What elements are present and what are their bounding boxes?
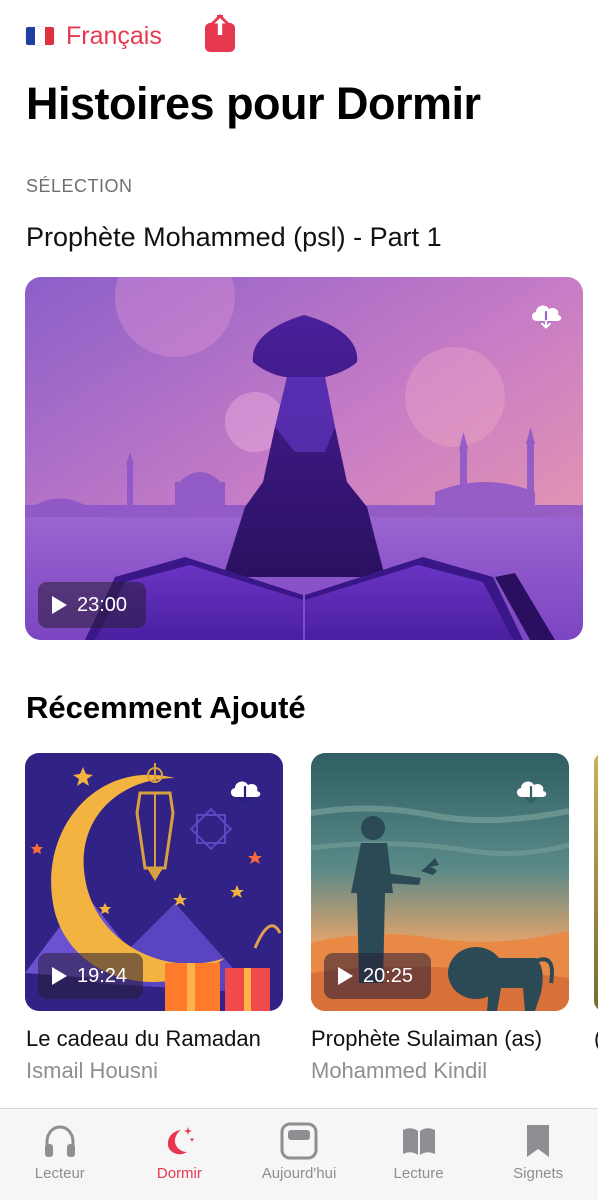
language-label: Français bbox=[66, 21, 162, 50]
share-button[interactable] bbox=[204, 13, 236, 53]
tab-lecteur[interactable]: Lecteur bbox=[0, 1109, 120, 1200]
cloud-download-icon[interactable] bbox=[528, 299, 564, 329]
tab-label: Dormir bbox=[156, 1165, 202, 1182]
moon-stars-icon bbox=[168, 1127, 195, 1155]
featured-story-card[interactable]: 23:00 bbox=[25, 277, 583, 640]
story-card-sulaiman[interactable]: 20:25 bbox=[311, 753, 569, 1011]
bookmark-icon bbox=[527, 1125, 550, 1157]
headphones-icon bbox=[44, 1125, 75, 1157]
story-card-ramadan[interactable]: 19:24 bbox=[25, 753, 283, 1011]
story-card-peek[interactable] bbox=[594, 753, 598, 1011]
play-icon bbox=[52, 596, 67, 614]
play-icon bbox=[338, 967, 353, 985]
tab-label: Signets bbox=[513, 1165, 564, 1182]
cloud-download-icon[interactable] bbox=[513, 775, 549, 805]
featured-play-button[interactable]: 23:00 bbox=[38, 582, 146, 628]
story-title-peek: ( bbox=[594, 1026, 598, 1052]
tab-bar: Lecteur Dormir Aujourd'hui Lecture Signe… bbox=[0, 1108, 598, 1200]
tab-aujourdhui[interactable]: Aujourd'hui bbox=[239, 1109, 359, 1200]
tab-label: Lecteur bbox=[34, 1165, 85, 1182]
play-button[interactable]: 20:25 bbox=[324, 953, 431, 999]
featured-story-title[interactable]: Prophète Mohammed (psl) - Part 1 bbox=[26, 222, 442, 253]
story-author: Mohammed Kindil bbox=[311, 1058, 488, 1083]
language-selector[interactable]: Français bbox=[26, 14, 162, 58]
today-widget-icon bbox=[280, 1122, 318, 1160]
duration-label: 23:00 bbox=[77, 593, 128, 616]
share-icon bbox=[205, 14, 235, 52]
story-title[interactable]: Prophète Sulaiman (as) bbox=[311, 1026, 542, 1052]
story-title[interactable]: Le cadeau du Ramadan bbox=[26, 1026, 261, 1052]
book-icon bbox=[402, 1128, 435, 1155]
france-flag-icon bbox=[26, 27, 54, 45]
section-caption: SÉLECTION bbox=[26, 176, 133, 196]
recently-added-title: Récemment Ajouté bbox=[26, 690, 306, 725]
story-author: Ismail Housni bbox=[26, 1058, 159, 1083]
tab-label: Aujourd'hui bbox=[261, 1165, 337, 1182]
play-icon bbox=[52, 967, 67, 985]
tab-label: Lecture bbox=[393, 1165, 444, 1182]
duration-label: 20:25 bbox=[363, 964, 414, 987]
tab-dormir[interactable]: Dormir bbox=[120, 1109, 240, 1200]
duration-label: 19:24 bbox=[77, 964, 128, 987]
cloud-download-icon[interactable] bbox=[227, 775, 263, 805]
tab-signets[interactable]: Signets bbox=[478, 1109, 598, 1200]
tab-lecture[interactable]: Lecture bbox=[359, 1109, 479, 1200]
play-button[interactable]: 19:24 bbox=[38, 953, 143, 999]
page-title: Histoires pour Dormir bbox=[26, 78, 481, 129]
